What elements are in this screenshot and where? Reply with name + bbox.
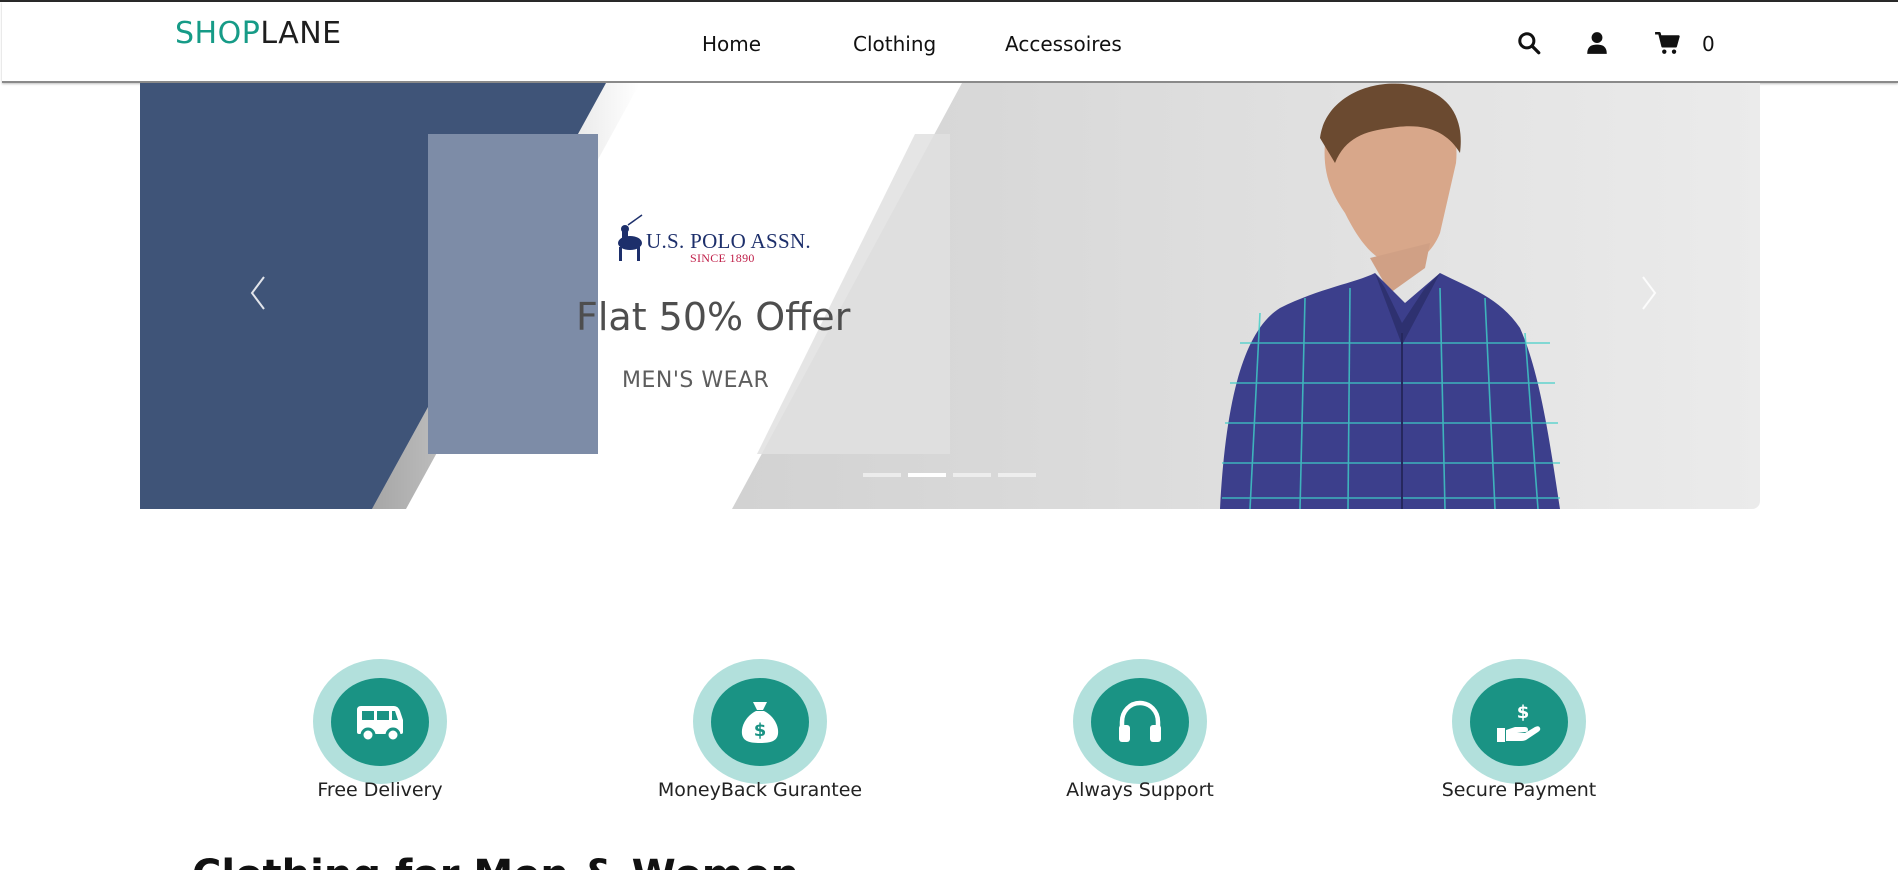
features-row: Free Delivery $ MoneyBack Gurantee Alway… — [0, 655, 1898, 805]
feature-label: Free Delivery — [317, 779, 443, 801]
money-bag-icon: $ — [741, 702, 779, 743]
truck-icon — [357, 706, 403, 743]
feature-free-delivery: Free Delivery — [260, 655, 500, 805]
headphones-icon — [1119, 700, 1161, 742]
feature-always-support: Always Support — [1020, 655, 1260, 805]
hero-carousel: U.S. POLO ASSN. SINCE 1890 Flat 50% Offe… — [140, 83, 1760, 509]
carousel-indicator-2[interactable] — [908, 473, 946, 477]
hero-subtitle: MEN'S WEAR — [622, 368, 770, 393]
nav-link-home[interactable]: Home — [702, 32, 761, 56]
user-icon[interactable] — [1584, 30, 1610, 56]
site-logo[interactable]: SHOPLANE — [175, 16, 342, 51]
carousel-next-icon[interactable] — [1633, 273, 1663, 313]
feature-icon-circle: $ — [711, 678, 809, 766]
logo-lane-text: LANE — [260, 16, 342, 51]
feature-icon-circle — [1091, 678, 1189, 766]
nav-link-accessoires[interactable]: Accessoires — [1005, 32, 1122, 56]
carousel-indicators — [863, 473, 1036, 477]
feature-moneyback: $ MoneyBack Gurantee — [640, 655, 880, 805]
site-header: SHOPLANE Home Clothing Accessoires 0 — [2, 2, 1898, 83]
brand-since: SINCE 1890 — [690, 251, 755, 265]
feature-icon-circle: $ — [1470, 678, 1568, 766]
cart-icon[interactable] — [1654, 30, 1680, 56]
feature-icon-circle — [331, 678, 429, 766]
carousel-indicator-1[interactable] — [863, 473, 901, 477]
carousel-indicator-4[interactable] — [998, 473, 1036, 477]
feature-label: Always Support — [1066, 779, 1214, 801]
carousel-indicator-3[interactable] — [953, 473, 991, 477]
feature-secure-payment: $ Secure Payment — [1399, 655, 1639, 805]
cart-count: 0 — [1702, 32, 1715, 56]
hero-background — [140, 83, 1760, 509]
hero-offer-heading: Flat 50% Offer — [576, 295, 851, 339]
carousel-prev-icon[interactable] — [244, 273, 274, 313]
feature-label: MoneyBack Gurantee — [657, 779, 863, 801]
logo-shop-text: SHOP — [175, 16, 261, 51]
nav-link-clothing[interactable]: Clothing — [853, 32, 936, 56]
search-icon[interactable] — [1516, 30, 1542, 56]
section-heading: Clothing for Men & Women — [192, 852, 799, 870]
hand-dollar-icon: $ — [1497, 702, 1541, 742]
svg-text:$: $ — [754, 720, 767, 741]
svg-text:$: $ — [1517, 702, 1530, 723]
feature-label: Secure Payment — [1441, 779, 1597, 801]
